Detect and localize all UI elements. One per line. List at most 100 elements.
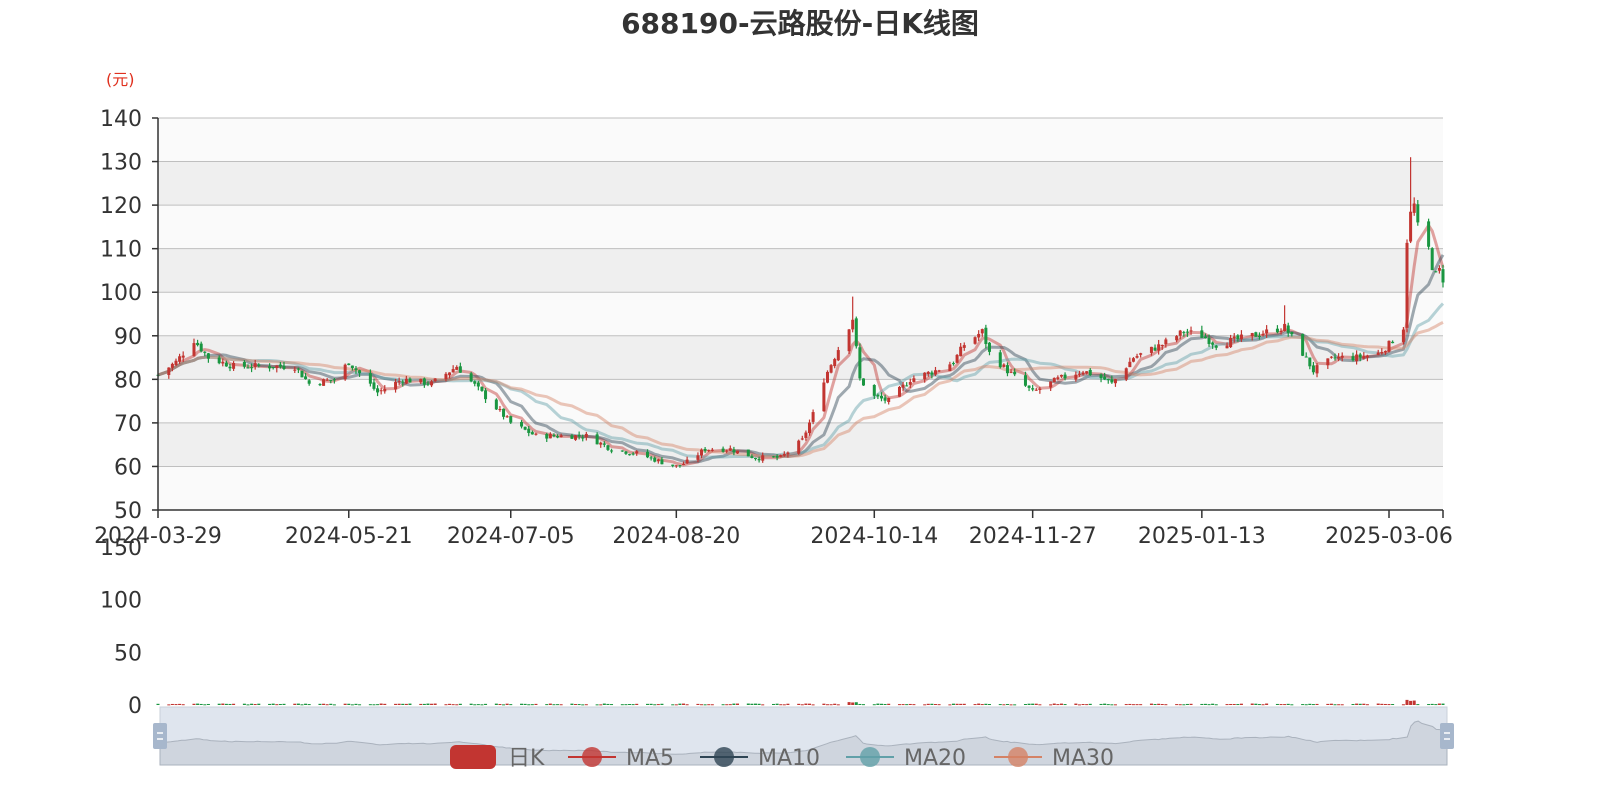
volume-bar	[653, 704, 657, 706]
candle-body	[1056, 377, 1060, 380]
volume-bar	[221, 703, 225, 705]
volume-bar	[836, 704, 840, 706]
candle-body	[1175, 336, 1179, 341]
volume-bar	[1153, 704, 1157, 706]
volume-bar	[761, 704, 765, 706]
volume-bar	[1286, 703, 1290, 705]
zoom-handle-right[interactable]	[1440, 723, 1454, 749]
candle-body	[872, 385, 876, 396]
candle-body	[480, 386, 484, 391]
legend-item-ma20[interactable]: MA20	[846, 746, 966, 771]
volume-bar	[1383, 703, 1387, 705]
candle-body	[933, 370, 937, 375]
volume-bar	[170, 703, 174, 705]
candle-body	[606, 445, 610, 450]
candle-body	[797, 440, 801, 454]
candle-body	[1301, 334, 1305, 356]
candle-body	[523, 426, 527, 430]
volume-bar	[250, 703, 254, 705]
legend-label: MA20	[904, 746, 966, 771]
candle-body	[1430, 248, 1434, 271]
candle-body	[250, 367, 254, 369]
candle-body	[1391, 341, 1395, 344]
candle-body	[178, 356, 182, 362]
candle	[343, 363, 347, 381]
candle-body	[703, 448, 707, 451]
volume-bar	[736, 703, 740, 705]
volume-bar	[253, 704, 257, 706]
candle-body	[1326, 358, 1330, 366]
volume-bar	[1034, 703, 1038, 705]
volume-bar	[797, 703, 801, 705]
price-band	[158, 248, 1443, 293]
volume-bar	[1200, 703, 1204, 705]
volume-bar	[433, 703, 437, 705]
volume-bar	[1365, 704, 1369, 706]
volume-bar	[987, 704, 991, 706]
candle-body	[682, 463, 686, 465]
kline-chart: 688190-云路股份-日K线图 (元) 50 60 70 80 90 100 110 120…	[94, 7, 1454, 771]
candle-body	[1434, 271, 1438, 273]
candle-body	[379, 390, 383, 392]
volume-bar	[872, 704, 876, 706]
zoom-handle-grip[interactable]	[153, 723, 167, 749]
volume-bar	[1225, 704, 1229, 706]
candle-body	[293, 369, 297, 371]
volume-bar	[682, 703, 686, 705]
price-band	[158, 379, 1443, 423]
candle-body	[1099, 374, 1103, 379]
volume-bar	[1164, 704, 1168, 706]
volume-bar	[1106, 704, 1110, 706]
candle-body	[527, 428, 531, 433]
volume-bar	[635, 703, 639, 705]
candle-body	[300, 370, 304, 378]
candle-body	[1387, 340, 1391, 352]
volume-bar	[350, 704, 354, 706]
candle-body	[721, 448, 725, 452]
candle-body	[897, 387, 901, 397]
candle-body	[754, 458, 758, 460]
candle-body	[1005, 365, 1009, 374]
volume-bar	[1157, 703, 1161, 705]
volume-bar	[703, 704, 707, 706]
volume-bar	[1380, 703, 1384, 705]
candle-body	[1085, 371, 1089, 374]
candle-body	[660, 459, 664, 465]
volume-bar	[358, 704, 362, 706]
candle-body	[1308, 357, 1312, 367]
volume-bar	[376, 704, 380, 706]
zoom-handle-grip[interactable]	[1440, 723, 1454, 749]
candle-body	[948, 364, 952, 372]
zoom-handle-left[interactable]	[153, 723, 167, 749]
volume-bar	[656, 704, 660, 706]
volume-bar	[448, 703, 452, 705]
volume-bar	[1401, 704, 1405, 706]
volume-bar	[624, 704, 628, 706]
volume-bar	[1304, 704, 1308, 706]
volume-bar	[646, 703, 650, 705]
legend-label: MA5	[626, 746, 674, 771]
volume-bar	[595, 704, 599, 706]
date-tick-label: 2025-01-13	[1138, 524, 1266, 549]
candle-body	[174, 360, 178, 366]
volume-bar	[908, 703, 912, 705]
volume-bar	[480, 704, 484, 706]
candle-body	[476, 382, 480, 387]
candle-body	[602, 443, 606, 445]
legend-item-ma30[interactable]: MA30	[994, 746, 1114, 771]
volume-bar	[948, 704, 952, 706]
candle-body	[1088, 369, 1092, 376]
legend-item-ma10[interactable]: MA10	[700, 746, 820, 771]
volume-bar	[455, 704, 459, 706]
date-tick-label: 2024-05-21	[285, 524, 413, 549]
volume-bar	[1239, 703, 1243, 705]
legend-candle-icon	[450, 745, 496, 769]
volume-bar	[1081, 704, 1085, 706]
volume-bar	[1329, 703, 1333, 705]
volume-bar	[419, 703, 423, 705]
candle	[829, 364, 833, 374]
candle-body	[1178, 330, 1182, 336]
candle-body	[296, 368, 300, 370]
candle-body	[1110, 379, 1114, 383]
candle-body	[1027, 385, 1031, 388]
